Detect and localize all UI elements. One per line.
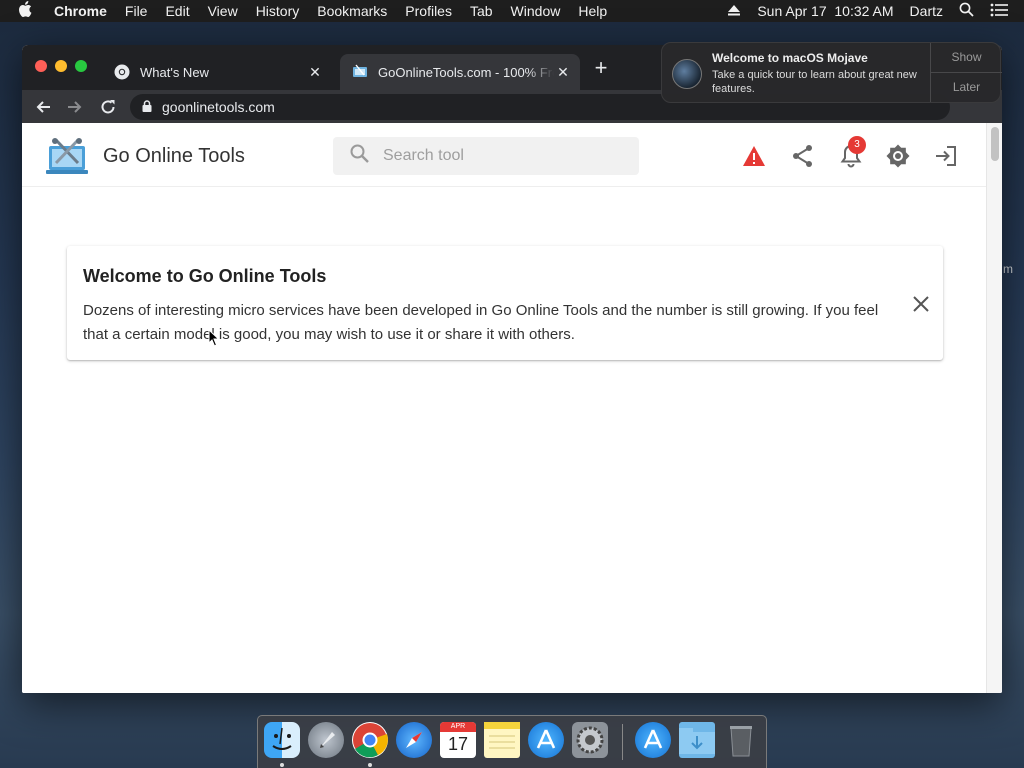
calendar-month: APR [440,722,476,732]
menu-view[interactable]: View [208,0,238,22]
tab-title: GoOnlineTools.com - 100% Free [378,64,554,80]
menu-app-name[interactable]: Chrome [54,0,107,22]
login-icon[interactable] [933,143,959,169]
web-page: Go Online Tools 3 [22,123,1002,693]
welcome-body: Dozens of interesting micro services hav… [83,302,879,343]
menu-window[interactable]: Window [511,0,561,22]
clock[interactable]: Sun Apr 17 10:32 AM [757,3,893,19]
menu-file[interactable]: File [125,0,148,22]
notification-count-badge[interactable]: 3 [848,136,866,154]
chrome-icon[interactable] [352,722,388,758]
search-input[interactable] [383,147,623,165]
notification-actions: Show Later [930,43,1002,102]
background-window-fragment: m [1003,262,1013,276]
apple-menu-icon[interactable] [18,1,38,21]
mojave-app-icon [672,59,702,89]
tab-whats-new[interactable]: What's New ✕ [102,54,332,90]
notes-icon[interactable] [484,722,520,758]
tab-close-icon[interactable]: ✕ [554,64,572,81]
downloads-folder-icon[interactable] [679,722,715,758]
mouse-cursor-icon [208,328,220,347]
spotlight-search-icon[interactable] [959,2,974,20]
maximize-window-button[interactable] [75,60,87,72]
calendar-day: 17 [447,734,469,754]
notification-title: Welcome to macOS Mojave [712,51,868,65]
reload-icon[interactable] [95,94,121,120]
site-header: Go Online Tools 3 [22,123,986,187]
site-favicon-icon [352,64,368,80]
site-logo-icon[interactable] [46,137,88,175]
chrome-running-indicator [368,763,372,767]
macos-notification[interactable]: Welcome to macOS Mojave Take a quick tou… [661,42,1002,103]
finder-running-indicator [280,763,284,767]
tab-close-icon[interactable]: ✕ [306,64,324,81]
minimize-window-button[interactable] [55,60,67,72]
notification-body: Take a quick tour to learn about great n… [712,69,917,95]
launchpad-icon[interactable] [308,722,344,758]
tab-goonlinetools[interactable]: GoOnlineTools.com - 100% Free ✕ [340,54,580,90]
warning-icon[interactable] [741,143,767,169]
welcome-card: Welcome to Go Online Tools Dozens of int… [67,246,943,360]
menu-bar-status: Sun Apr 17 10:32 AM Dartz [727,0,1024,22]
app-store-icon[interactable] [528,722,564,758]
search-icon [350,144,369,168]
share-icon[interactable] [790,143,816,169]
user-name[interactable]: Dartz [910,3,943,19]
back-arrow-icon[interactable] [30,94,56,120]
calendar-icon[interactable]: APR 17 [440,722,476,758]
browser-window: What's New ✕ GoOnlineTools.com - 100% Fr… [22,45,1002,693]
app-store-download-icon[interactable] [635,722,671,758]
chrome-favicon-icon [114,64,130,80]
trash-icon[interactable] [723,722,759,758]
safari-icon[interactable] [396,722,432,758]
tab-title: What's New [140,64,209,80]
later-button[interactable]: Later [931,72,1002,101]
welcome-heading: Welcome to Go Online Tools [83,266,327,286]
notification-center-icon[interactable] [990,3,1008,20]
menu-help[interactable]: Help [578,0,607,22]
url-text: goonlinetools.com [162,99,275,115]
menu-bookmarks[interactable]: Bookmarks [317,0,387,22]
scrollbar-thumb[interactable] [991,127,999,161]
site-title[interactable]: Go Online Tools [103,145,245,168]
show-button[interactable]: Show [931,43,1002,72]
page-scrollbar[interactable] [986,123,1002,693]
brightness-settings-icon[interactable] [885,143,911,169]
lock-icon[interactable] [142,99,152,115]
search-box[interactable] [333,137,639,175]
forward-arrow-icon[interactable] [62,94,88,120]
menu-bar: Chrome File Edit View History Bookmarks … [0,0,1024,22]
finder-icon[interactable] [264,722,300,758]
menu-profiles[interactable]: Profiles [405,0,452,22]
dock: APR 17 [257,715,767,768]
eject-icon[interactable] [727,3,741,19]
menu-history[interactable]: History [256,0,300,22]
menu-tab[interactable]: Tab [470,0,493,22]
system-preferences-icon[interactable] [572,722,608,758]
dock-separator [622,724,623,760]
menu-edit[interactable]: Edit [165,0,189,22]
close-icon[interactable] [909,292,933,316]
close-window-button[interactable] [35,60,47,72]
new-tab-button[interactable]: + [590,57,612,80]
